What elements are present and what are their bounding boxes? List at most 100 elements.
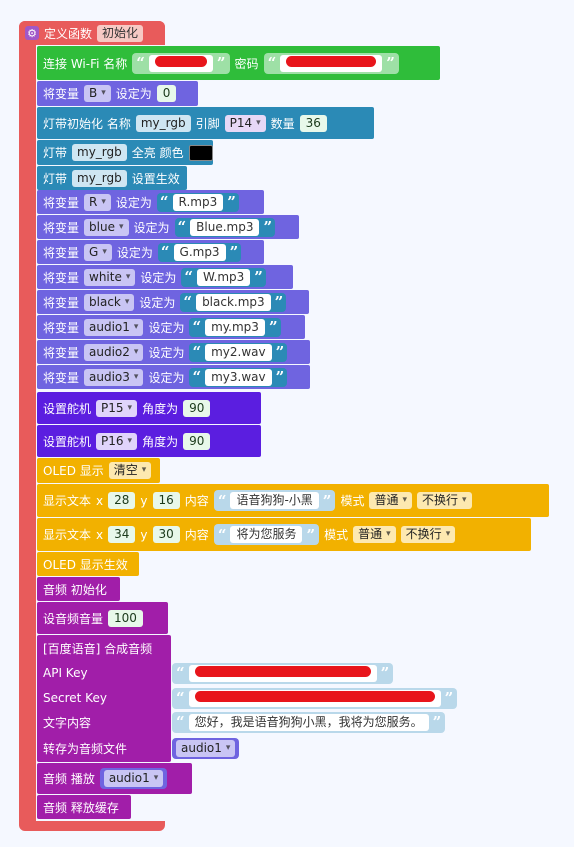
strip-name-field[interactable]: my_rgb [72, 169, 127, 187]
string-literal[interactable]: “G.mp3” [157, 242, 242, 262]
tts-title: [百度语音] 合成音频 [43, 641, 153, 656]
x-field[interactable]: 28 [108, 492, 136, 509]
save-var-dropdown[interactable]: audio1 [176, 739, 236, 757]
strip-show-block[interactable]: 灯带 my_rgb 设置生效 [37, 166, 187, 190]
variable-dropdown[interactable]: audio1 [84, 318, 144, 336]
set-variable-block[interactable]: 将变量 audio3 设定为 “my3.wav” [37, 365, 310, 389]
api-key-label: API Key [43, 666, 88, 680]
api-key-string[interactable]: “ ” [172, 662, 394, 684]
api-key-field[interactable] [188, 664, 377, 682]
servo-angle-field[interactable]: 90 [183, 399, 211, 417]
close-quote-icon: ” [254, 268, 263, 286]
variable-dropdown[interactable]: white [84, 268, 136, 286]
wifi-password-string[interactable]: “ ” [263, 52, 399, 74]
set-variable-block[interactable]: 将变量 audio1 设定为 “my.mp3” [37, 315, 305, 339]
servo-block[interactable]: 设置舵机 P15 角度为 90 [37, 392, 261, 424]
procedure-header[interactable]: ⚙ 定义函数 初始化 [19, 21, 165, 45]
wifi-ssid-field[interactable] [148, 54, 213, 72]
redacted-mark [194, 690, 435, 702]
gear-icon[interactable]: ⚙ [25, 26, 39, 40]
content-field[interactable]: 语音狗狗-小黑 [230, 492, 319, 509]
audio-play-block[interactable]: 音频 播放 audio1 [37, 763, 192, 794]
set-variable-block[interactable]: 将变量 audio2 设定为 “my2.wav” [37, 340, 310, 364]
close-quote-icon: ” [306, 525, 316, 544]
variable-dropdown[interactable]: audio3 [84, 368, 144, 386]
audio-init-block[interactable]: 音频 初始化 [37, 577, 120, 601]
string-literal[interactable]: “my2.wav” [189, 342, 288, 362]
wifi-password-field[interactable] [280, 54, 383, 72]
oled-show-label: OLED 显示生效 [43, 557, 128, 572]
string-literal[interactable]: “my3.wav” [189, 367, 288, 387]
text-content-field[interactable]: 您好，我是语音狗狗小黑，我将为您服务。 [188, 713, 429, 731]
strip-fill-block[interactable]: 灯带 my_rgb 全亮 颜色 [37, 140, 213, 165]
string-literal[interactable]: “Blue.mp3” [174, 217, 276, 237]
string-literal[interactable]: “R.mp3” [156, 192, 239, 212]
string-field[interactable]: my3.wav [205, 368, 272, 386]
color-swatch[interactable] [188, 144, 213, 161]
oled-text-block[interactable]: 显示文本 x 28 y 16 内容 “ 语音狗狗-小黑 ” 模式 普通 不换行 [37, 484, 549, 517]
api-key-row: API Key “ ” [37, 661, 398, 685]
y-field[interactable]: 30 [152, 526, 180, 543]
play-var-block[interactable]: audio1 [99, 768, 168, 789]
secret-key-string[interactable]: “ ” [172, 687, 458, 709]
strip-name-field[interactable]: my_rgb [72, 144, 127, 161]
open-quote-icon: “ [192, 318, 202, 336]
variable-dropdown[interactable]: blue [84, 218, 129, 236]
variable-dropdown[interactable]: black [84, 293, 135, 311]
content-string[interactable]: “ 将为您服务 ” [213, 524, 320, 545]
string-literal[interactable]: “black.mp3” [180, 292, 287, 312]
strip-name-field[interactable]: my_rgb [135, 114, 191, 132]
string-field[interactable]: my.mp3 [205, 318, 265, 336]
servo-pin-dropdown[interactable]: P16 [96, 432, 138, 450]
number-field[interactable]: 0 [156, 85, 177, 102]
secret-key-field[interactable] [188, 689, 441, 707]
wrap-dropdown[interactable]: 不换行 [417, 492, 472, 509]
string-field[interactable]: black.mp3 [196, 293, 271, 311]
set-variable-block[interactable]: 将变量 white 设定为 “W.mp3” [37, 265, 293, 289]
set-variable-block[interactable]: 将变量 blue 设定为 “Blue.mp3” [37, 215, 299, 239]
content-field[interactable]: 将为您服务 [230, 526, 303, 543]
volume-field[interactable]: 100 [108, 609, 143, 627]
string-field[interactable]: Blue.mp3 [190, 218, 260, 236]
variable-dropdown[interactable]: R [84, 193, 111, 211]
string-field[interactable]: W.mp3 [197, 268, 251, 286]
oled-clear-dropdown[interactable]: 清空 [108, 462, 152, 479]
save-var-block[interactable]: audio1 [172, 737, 240, 759]
variable-dropdown[interactable]: audio2 [84, 343, 144, 361]
string-literal[interactable]: “W.mp3” [181, 267, 266, 287]
variable-dropdown[interactable]: B [84, 85, 111, 102]
wifi-ssid-string[interactable]: “ ” [132, 52, 230, 74]
wifi-connect-block[interactable]: 连接 Wi-Fi 名称 “ ” 密码 “ ” [37, 46, 440, 80]
procedure-name-field[interactable]: 初始化 [97, 24, 144, 42]
string-literal[interactable]: “my.mp3” [189, 317, 281, 337]
set-variable-block[interactable]: 将变量 black 设定为 “black.mp3” [37, 290, 309, 314]
oled-text-block[interactable]: 显示文本 x 34 y 30 内容 “ 将为您服务 ” 模式 普通 不换行 [37, 518, 531, 551]
string-field[interactable]: my2.wav [205, 343, 272, 361]
pin-dropdown[interactable]: P14 [224, 114, 266, 132]
mode-dropdown[interactable]: 普通 [353, 526, 396, 543]
oled-show-block[interactable]: OLED 显示生效 [37, 552, 139, 576]
oled-clear-block[interactable]: OLED 显示 清空 [37, 458, 160, 483]
string-field[interactable]: G.mp3 [173, 243, 226, 261]
mode-dropdown[interactable]: 普通 [369, 492, 412, 509]
content-string[interactable]: “ 语音狗狗-小黑 ” [213, 490, 336, 511]
open-quote-icon: “ [159, 193, 169, 211]
set-variable-b-block[interactable]: 将变量 B 设定为 0 [37, 81, 198, 106]
x-field[interactable]: 34 [108, 526, 136, 543]
play-var-dropdown[interactable]: audio1 [103, 770, 164, 787]
wrap-dropdown[interactable]: 不换行 [400, 526, 456, 543]
string-field[interactable]: R.mp3 [172, 193, 224, 211]
strip-count-field[interactable]: 36 [299, 114, 327, 132]
text-content-string[interactable]: “ 您好，我是语音狗狗小黑，我将为您服务。 ” [172, 711, 446, 733]
servo-angle-field[interactable]: 90 [183, 432, 211, 450]
set-variable-block[interactable]: 将变量 R 设定为 “R.mp3” [37, 190, 264, 214]
audio-volume-block[interactable]: 设音频音量 100 [37, 602, 168, 634]
servo-block[interactable]: 设置舵机 P16 角度为 90 [37, 425, 261, 457]
set-variable-block[interactable]: 将变量 G 设定为 “G.mp3” [37, 240, 264, 264]
servo-pin-dropdown[interactable]: P15 [96, 399, 138, 417]
audio-release-block[interactable]: 音频 释放缓存 [37, 795, 131, 819]
strip-init-block[interactable]: 灯带初始化 名称 my_rgb 引脚 P14 数量 36 [37, 107, 374, 139]
variable-dropdown[interactable]: G [84, 243, 112, 261]
set-var-prefix: 将变量 [43, 295, 80, 310]
y-field[interactable]: 16 [152, 492, 180, 509]
